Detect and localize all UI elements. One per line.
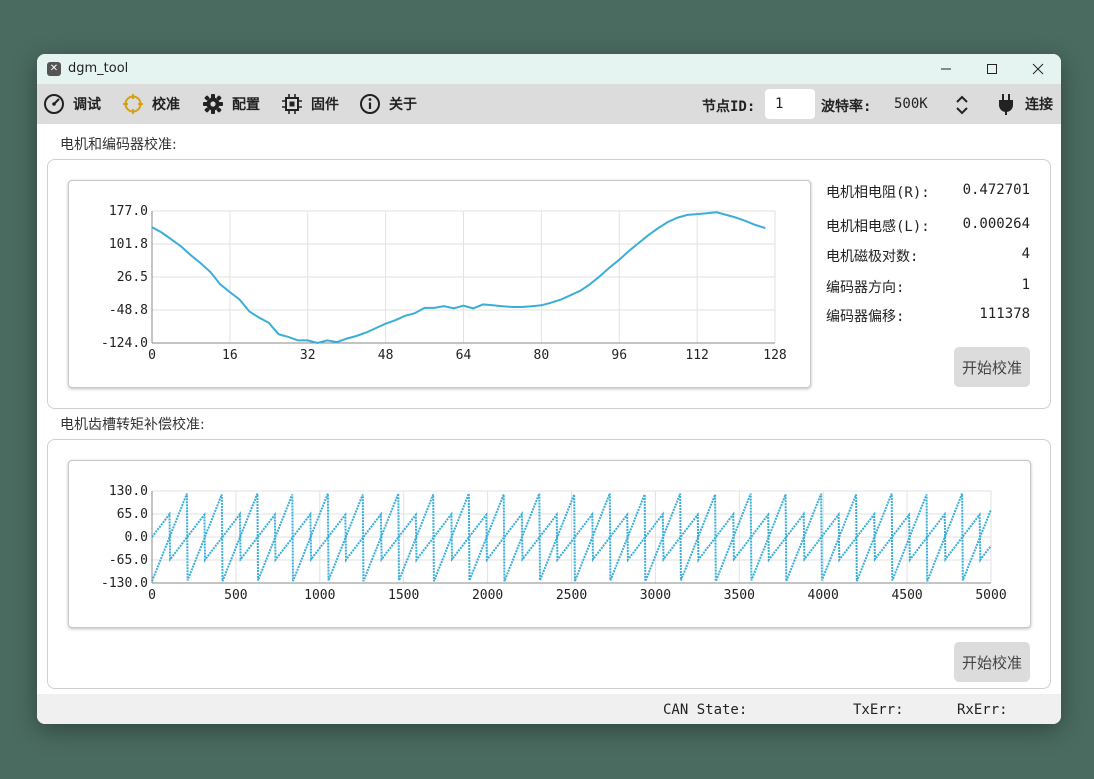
x-tick-label: 128: [763, 348, 786, 363]
param-inductance-value: 0.000264: [962, 216, 1030, 232]
x-tick-label: 112: [685, 348, 708, 363]
x-tick-label: 16: [222, 348, 238, 363]
y-tick-label: 0.0: [125, 530, 148, 545]
node-id-label: 节点ID:: [702, 99, 756, 115]
toolbar-calibrate-label: 校准: [152, 97, 180, 113]
minimize-button[interactable]: [923, 54, 969, 84]
x-tick-label: 32: [300, 348, 316, 363]
toolbar-debug-label: 调试: [73, 97, 101, 113]
param-pole-pairs-label: 电机磁极对数:: [826, 249, 919, 265]
y-tick-label: 65.0: [117, 507, 148, 522]
encoder-calibration-chart: 0 16 32 48 64 80 96 112 128 177.0 101.8 26.5 -48.8 -1…: [101, 204, 787, 363]
y-tick-label: 177.0: [109, 204, 148, 219]
x-tick-label: 2000: [472, 588, 503, 603]
toolbar-about[interactable]: 关于: [359, 84, 417, 124]
y-tick-label: -65.0: [109, 553, 148, 568]
maximize-icon: [987, 64, 997, 74]
y-tick-label: -124.0: [101, 336, 148, 351]
baud-value[interactable]: 500K: [894, 96, 928, 112]
up-down-icon[interactable]: [955, 94, 969, 116]
gear-icon: [203, 94, 223, 114]
x-tick-label: 0: [148, 588, 156, 603]
x-tick-label: 4500: [891, 588, 922, 603]
encoder-chart-frame: 0 16 32 48 64 80 96 112 128 177.0 101.8 26.5 -48.8 -1…: [68, 180, 811, 388]
baud-label: 波特率:: [821, 99, 872, 115]
toolbar-debug[interactable]: 调试: [43, 84, 101, 124]
start-cogging-calibration-button[interactable]: 开始校准: [954, 642, 1030, 682]
param-resistance-value: 0.472701: [962, 182, 1030, 198]
x-tick-label: 1500: [388, 588, 419, 603]
x-tick-label: 4000: [808, 588, 839, 603]
app-icon: ✕: [47, 62, 61, 76]
minimize-icon: [941, 68, 951, 70]
x-tick-label: 80: [534, 348, 550, 363]
node-id-input[interactable]: [765, 89, 815, 119]
encoder-offset-series-line: [151, 211, 766, 345]
txerr-label: TxErr:: [853, 702, 904, 718]
connect-label: 连接: [1025, 97, 1053, 113]
window-title: dgm_tool: [68, 61, 129, 76]
motor-section-title: 电机和编码器校准:: [60, 137, 177, 153]
x-tick-label: 64: [456, 348, 472, 363]
maximize-button[interactable]: [969, 54, 1015, 84]
toolbar-calibrate[interactable]: 校准: [122, 84, 180, 124]
x-tick-label: 0: [148, 348, 156, 363]
info-icon: [360, 94, 380, 114]
gauge-icon: [44, 94, 64, 114]
toolbar-firmware[interactable]: 固件: [281, 84, 339, 124]
x-tick-label: 500: [224, 588, 247, 603]
y-tick-label: 101.8: [109, 237, 148, 252]
toolbar-config-label: 配置: [232, 97, 260, 113]
connect-button[interactable]: 连接: [995, 84, 1053, 124]
toolbar-firmware-label: 固件: [311, 97, 339, 113]
can-state-label: CAN State:: [663, 702, 748, 718]
y-tick-label: -130.0: [101, 576, 148, 591]
x-tick-label: 48: [378, 348, 394, 363]
x-tick-label: 3000: [640, 588, 671, 603]
param-resistance-label: 电机相电阻(R):: [826, 185, 930, 201]
app-window: ✕ dgm_tool 调试 校准 配置 固件 关于 节点ID: 1 波特率: 5…: [37, 54, 1061, 724]
cogging-chart-frame: 0 500 1000 1500 2000 2500 3000 3500 4000 4500 5000…: [68, 460, 1031, 628]
param-encoder-offset-label: 编码器偏移:: [826, 309, 905, 325]
rxerr-label: RxErr:: [957, 702, 1008, 718]
cogging-calibration-group: 0 500 1000 1500 2000 2500 3000 3500 4000 4500 5000…: [47, 439, 1051, 689]
x-tick-label: 2500: [556, 588, 587, 603]
toolbar: 调试 校准 配置 固件 关于 节点ID: 波特率: 500K 连接: [37, 84, 1061, 124]
status-bar: CAN State: TxErr: RxErr:: [37, 694, 1061, 724]
close-button[interactable]: [1015, 54, 1061, 84]
param-encoder-direction-label: 编码器方向:: [826, 280, 905, 296]
x-tick-label: 5000: [975, 588, 1006, 603]
param-inductance-label: 电机相电感(L):: [826, 219, 930, 235]
start-motor-calibration-button[interactable]: 开始校准: [954, 347, 1030, 387]
title-bar: ✕ dgm_tool: [37, 54, 1061, 84]
x-tick-label: 96: [611, 348, 627, 363]
toolbar-config[interactable]: 配置: [202, 84, 260, 124]
plug-icon: [999, 94, 1013, 115]
chip-icon: [282, 94, 302, 114]
y-tick-label: 26.5: [117, 270, 148, 285]
cogging-section-title: 电机齿槽转矩补偿校准:: [60, 417, 205, 433]
param-pole-pairs-value: 4: [1021, 246, 1030, 262]
y-tick-label: 130.0: [109, 484, 148, 499]
x-tick-label: 1000: [304, 588, 335, 603]
motor-calibration-group: 0 16 32 48 64 80 96 112 128 177.0 101.8 26.5 -48.8 -1…: [47, 159, 1051, 409]
toolbar-about-label: 关于: [389, 97, 417, 113]
x-tick-label: 3500: [724, 588, 755, 603]
close-icon: [1032, 63, 1044, 75]
cogging-calibration-chart: 0 500 1000 1500 2000 2500 3000 3500 4000 4500 5000…: [101, 484, 1007, 603]
param-encoder-offset-value: 111378: [979, 306, 1030, 322]
y-tick-label: -48.8: [109, 303, 148, 318]
param-encoder-direction-value: 1: [1021, 277, 1030, 293]
crosshair-icon: [123, 94, 143, 114]
